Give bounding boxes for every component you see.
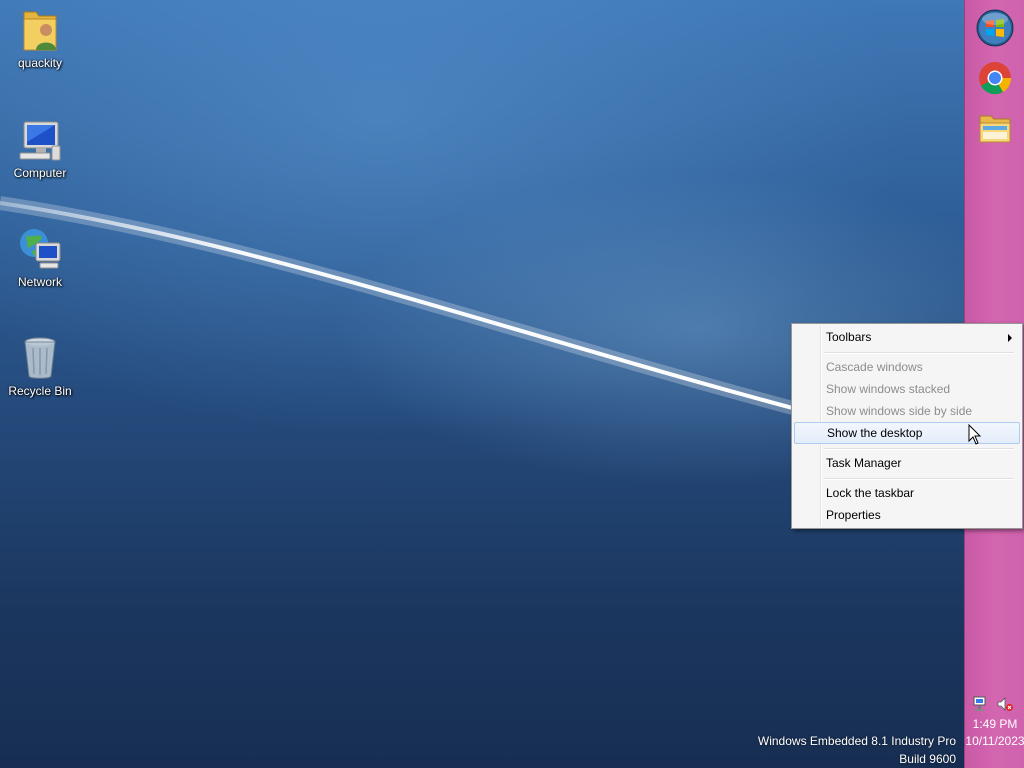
desktop-icon-network[interactable]: Network (0, 225, 80, 289)
chrome-icon (979, 62, 1012, 95)
menu-item-label: Show windows side by side (826, 404, 973, 418)
network-tray-icon[interactable] (972, 695, 990, 713)
desktop-icon-computer[interactable]: Computer (0, 116, 80, 180)
start-orb-icon (976, 9, 1014, 47)
menu-item-label: Show windows stacked (826, 382, 951, 396)
windows-version-watermark: Windows Embedded 8.1 Industry Pro Build … (758, 734, 956, 766)
watermark-edition: Windows Embedded 8.1 Industry Pro (757, 734, 956, 748)
menu-separator (824, 448, 1014, 450)
desktop-icon-label: quackity (17, 56, 63, 70)
menu-item-show-windows-side-by-side[interactable]: Show windows side by side (794, 400, 1020, 422)
clock-time: 1:49 PM (972, 717, 1018, 731)
user-folder-icon (23, 11, 57, 51)
tray-clock[interactable]: 1:49 PM 10/11/2023 (965, 717, 1024, 748)
menu-item-lock-the-taskbar[interactable]: Lock the taskbar (794, 482, 1020, 504)
menu-item-label: Lock the taskbar (826, 486, 915, 500)
taskbar-context-menu: Toolbars Cascade windows Show windows st… (791, 323, 1023, 529)
menu-item-properties[interactable]: Properties (794, 504, 1020, 526)
file-explorer-taskbar-button[interactable] (973, 106, 1017, 150)
menu-item-label: Toolbars (826, 330, 872, 344)
menu-item-show-windows-stacked[interactable]: Show windows stacked (794, 378, 1020, 400)
start-button[interactable] (973, 6, 1017, 50)
menu-item-show-the-desktop[interactable]: Show the desktop (794, 422, 1020, 444)
menu-item-task-manager[interactable]: Task Manager (794, 452, 1020, 474)
clock-date: 10/11/2023 (965, 734, 1024, 748)
desktop-icon-label: Computer (13, 166, 67, 180)
menu-separator (824, 352, 1014, 354)
file-explorer-icon (979, 115, 1011, 143)
menu-item-toolbars[interactable]: Toolbars (794, 326, 1020, 348)
network-icon (20, 229, 61, 269)
menu-item-label: Cascade windows (826, 360, 923, 374)
desktop-icon-label: Network (17, 275, 62, 289)
menu-item-label: Properties (826, 508, 881, 522)
computer-icon (19, 121, 61, 161)
watermark-build: Build 9600 (899, 752, 956, 766)
desktop-icon-recycle-bin[interactable]: Recycle Bin (0, 334, 80, 398)
mouse-cursor-icon (968, 424, 982, 445)
desktop-icon-quackity[interactable]: quackity (0, 6, 80, 70)
submenu-arrow-icon (1008, 334, 1012, 342)
menu-item-label: Show the desktop (827, 426, 923, 440)
menu-item-cascade-windows[interactable]: Cascade windows (794, 356, 1020, 378)
menu-item-label: Task Manager (826, 456, 902, 470)
desktop-icon-label: Recycle Bin (8, 384, 72, 398)
speaker-muted-icon[interactable] (996, 695, 1014, 713)
chrome-taskbar-button[interactable] (973, 56, 1017, 100)
menu-separator (824, 478, 1014, 480)
recycle-bin-icon (24, 337, 56, 379)
